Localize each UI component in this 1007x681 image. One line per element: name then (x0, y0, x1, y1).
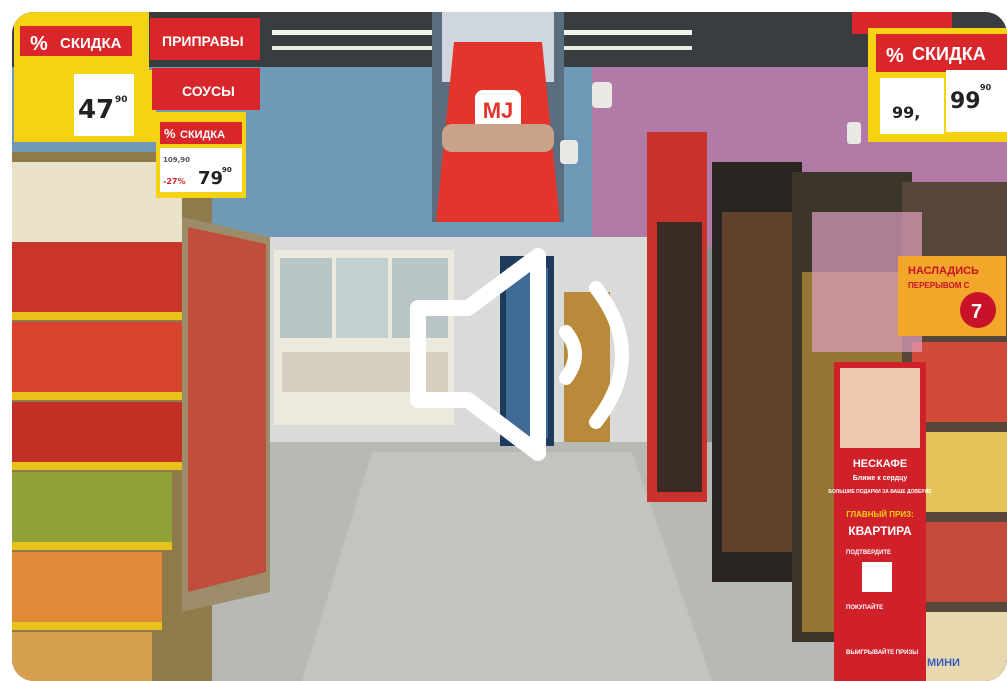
shelf-edge (12, 462, 187, 470)
percent-glyph: % (886, 45, 904, 67)
price-right-cents: 90 (980, 83, 992, 92)
product-bags-red (12, 402, 187, 462)
product-bags-red (12, 322, 187, 392)
speaker-icon-graphic (410, 248, 629, 461)
scene-photo: МЈ % СКИДКА 47 90 ПРИПРАВЫ СОУСЫ % СКИДК… (12, 12, 1007, 681)
promo-photo (840, 368, 920, 448)
seven-days-logo-text: 7 (971, 301, 982, 323)
qr-code (862, 562, 892, 592)
snack-boxes (912, 432, 1007, 512)
snack-boxes (912, 522, 1007, 602)
product-bags-green (12, 472, 172, 542)
snack-boxes (912, 612, 1007, 681)
promo-step-2: ПОКУПАЙТЕ (846, 603, 883, 611)
person-arms (442, 124, 554, 152)
snack-boxes (912, 342, 1007, 422)
price-right-main: 99 (950, 89, 981, 114)
percent-glyph: % (30, 33, 48, 55)
category-label-seasonings: ПРИПРАВЫ (162, 33, 244, 49)
spot-light (592, 82, 612, 108)
brand-mini: МИНИ (927, 657, 960, 669)
products-red-far (188, 227, 266, 592)
shelf-edge (12, 312, 187, 320)
promo-prize: КВАРТИРА (848, 524, 912, 538)
price-small-cents: 90 (222, 166, 232, 174)
promo-tagline: Ближе к сердцу (853, 475, 908, 482)
percent-glyph: % (164, 126, 176, 141)
spot-light (560, 140, 578, 164)
speaker-sound-icon[interactable] (398, 248, 638, 468)
price-discount: -27% (163, 177, 185, 186)
seven-days-line2: ПЕРЕРЫВОМ С (908, 281, 970, 290)
fridge-door (336, 258, 388, 338)
promo-step-3: ВЫИГРЫВАЙТЕ ПРИЗЫ (846, 648, 918, 656)
shelf-edge (12, 392, 187, 400)
promo-prize-label: ГЛАВНЫЙ ПРИЗ: (846, 510, 914, 519)
price-right-small: 99, (892, 103, 920, 122)
shelf-edge (12, 542, 172, 550)
category-label-sauces: СОУСЫ (182, 83, 235, 99)
product-bags-orange (12, 632, 152, 681)
fridge-door (280, 258, 332, 338)
store-logo-text: МЈ (483, 98, 514, 123)
product-bags-red (12, 242, 187, 312)
price-left-main: 47 (78, 95, 114, 125)
product-bags-orange (12, 552, 162, 622)
wine-bottles (722, 212, 794, 552)
price-small-main: 79 (198, 168, 223, 189)
discount-label-right: СКИДКА (912, 44, 986, 64)
promo-brand: НЕСКАФЕ (853, 458, 907, 470)
discount-label-left: СКИДКА (60, 35, 122, 52)
discount-label-small: СКИДКА (180, 129, 225, 141)
price-left-cents: 90 (115, 95, 128, 105)
spot-light (847, 122, 861, 144)
shelf-edge (12, 622, 162, 630)
promo-step-1: ПОДТВЕРДИТЕ (846, 550, 891, 556)
seven-days-line1: НАСЛАДИСЬ (908, 265, 979, 277)
price-old: 109,90 (163, 156, 190, 164)
promo-gifts: БОЛЬШИЕ ПОДАРКИ ЗА ВАШЕ ДОВЕРИЕ (828, 489, 932, 495)
wine-bottles (657, 222, 702, 492)
